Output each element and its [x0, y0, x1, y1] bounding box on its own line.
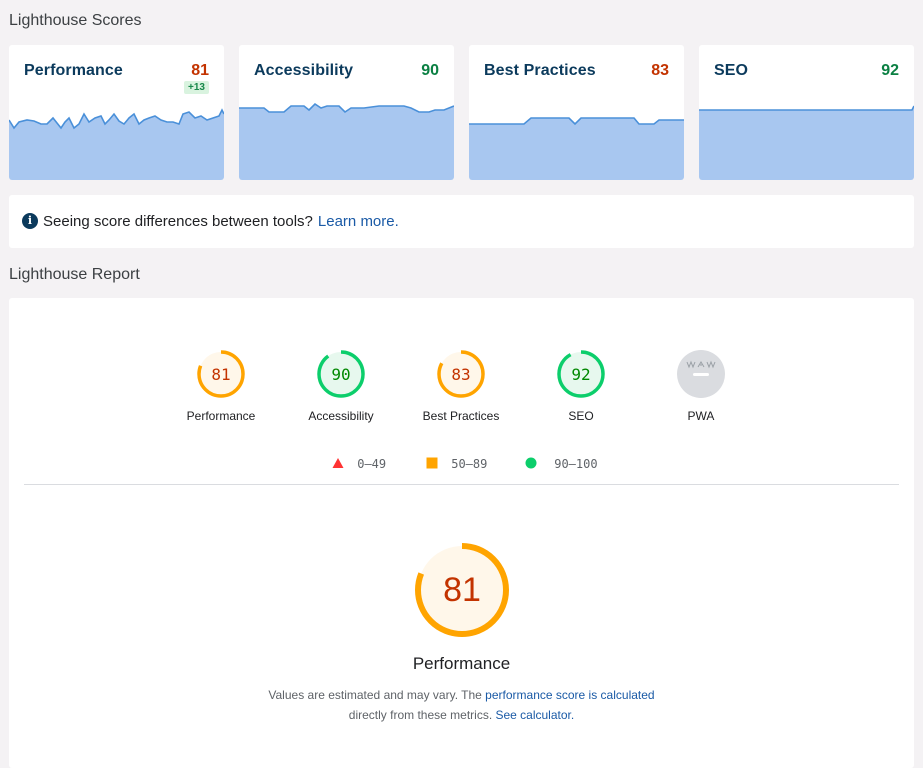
gauge-best-practices[interactable]: 83 Best Practices	[401, 348, 521, 423]
sparkline-area	[699, 106, 914, 180]
legend-range: 0–49	[357, 457, 387, 471]
sparkline-line	[699, 105, 914, 111]
sparkline-area	[239, 104, 454, 180]
performance-heading: Performance	[412, 654, 511, 673]
legend-range: 90–100	[554, 457, 598, 471]
pwa-badge-icon	[677, 350, 725, 398]
gauge-ring: 90	[317, 350, 365, 398]
gauge-ring: 83	[437, 350, 485, 398]
score-calculated-link[interactable]: performance score is calculated	[485, 688, 654, 702]
notice-text: Seeing score differences between tools?	[43, 213, 313, 230]
performance-description: Values are estimated and may vary. The p…	[9, 685, 914, 725]
sparkline-line	[469, 117, 684, 126]
gauge-label: SEO	[568, 409, 594, 423]
lighthouse-report: 81 Performance 90 Accessibility 83 Best …	[9, 298, 914, 768]
score-card-performance[interactable]: Performance 81 +13	[9, 45, 224, 180]
desc-text: directly from these metrics.	[348, 708, 496, 722]
triangle-icon	[332, 458, 344, 468]
divider	[24, 484, 899, 485]
gauge-label: Accessibility	[308, 409, 374, 423]
card-name: Best Practices	[484, 62, 596, 79]
gauge-value: 92	[571, 365, 590, 384]
see-calculator-link[interactable]: See calculator.	[495, 708, 574, 722]
score-card-seo[interactable]: SEO 92	[699, 45, 914, 180]
gauge-label: Performance	[186, 409, 256, 423]
legend-average: 50–89	[426, 457, 487, 471]
sparkline-area	[9, 110, 224, 180]
gauge-value: 83	[451, 365, 470, 384]
card-name: Accessibility	[254, 62, 354, 79]
score-card-best-practices[interactable]: Best Practices 83	[469, 45, 684, 180]
learn-more-link[interactable]: Learn more.	[318, 213, 399, 230]
desc-text: Values are estimated and may vary. The	[268, 688, 486, 702]
gauge-label: Best Practices	[422, 409, 500, 423]
gauge-performance[interactable]: 81 Performance	[161, 348, 281, 423]
sparkline-area	[469, 118, 684, 180]
score-differences-notice: i Seeing score differences between tools…	[9, 195, 914, 248]
seo-sparkline	[699, 105, 914, 180]
info-icon: i	[22, 213, 38, 229]
card-score: 92	[881, 62, 899, 79]
scores-section-title: Lighthouse Scores	[9, 12, 142, 29]
circle-icon	[525, 457, 537, 469]
performance-sparkline	[9, 108, 224, 180]
gauge-value: 90	[331, 365, 350, 384]
card-score: 81	[191, 62, 209, 79]
sparkline-line	[239, 102, 454, 114]
card-score: 90	[421, 62, 439, 79]
gauge-pwa[interactable]: PWA	[641, 348, 761, 423]
gauge-accessibility[interactable]: 90 Accessibility	[281, 348, 401, 423]
gauge-seo[interactable]: 92 SEO	[521, 348, 641, 423]
report-section-title: Lighthouse Report	[9, 266, 140, 283]
card-score: 83	[651, 62, 669, 79]
best-practices-sparkline	[469, 117, 684, 180]
gauge-ring: 92	[557, 350, 605, 398]
score-card-accessibility[interactable]: Accessibility 90	[239, 45, 454, 180]
gauge-label: PWA	[687, 409, 715, 423]
card-name: SEO	[714, 62, 749, 79]
performance-gauge-large: 81	[415, 543, 509, 637]
card-name: Performance	[24, 62, 123, 79]
notice-message: Seeing score differences between tools? L…	[43, 213, 399, 230]
score-delta-badge: +13	[184, 81, 209, 94]
gauge-value: 81	[211, 365, 230, 384]
legend-fail: 0–49	[332, 457, 386, 471]
square-icon	[426, 457, 438, 469]
gauge-ring: 81	[197, 350, 245, 398]
accessibility-sparkline	[239, 102, 454, 180]
legend-range: 50–89	[451, 457, 488, 471]
gauge-value-large: 81	[443, 571, 481, 609]
legend-pass: 90–100	[525, 457, 598, 471]
